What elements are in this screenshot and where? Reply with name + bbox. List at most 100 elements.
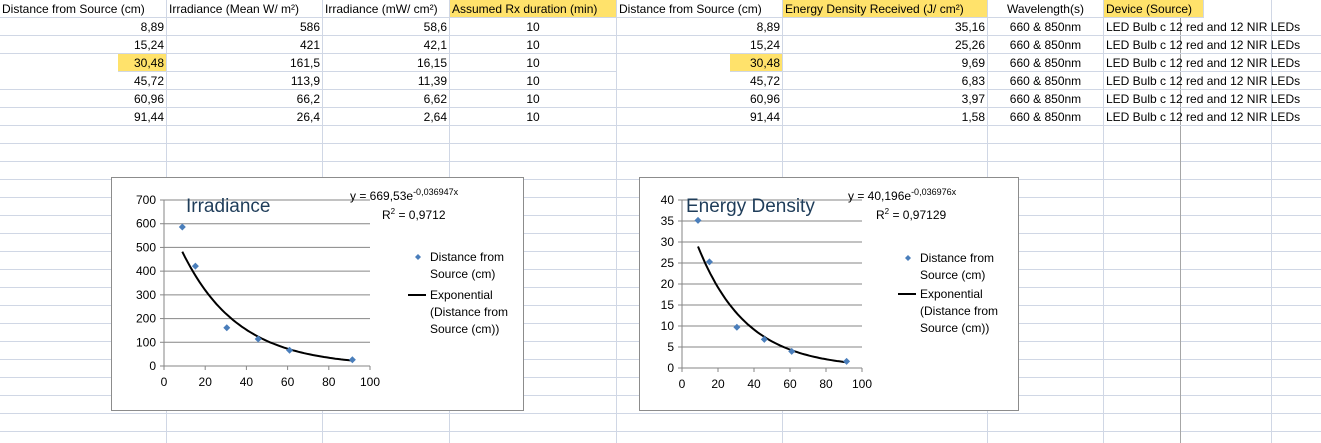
y-tick-label: 10 xyxy=(661,319,675,333)
cell-device[interactable]: LED Bulb c 12 red and 12 NIR LEDs xyxy=(1104,18,1321,36)
cell-device[interactable]: LED Bulb c 12 red and 12 NIR LEDs xyxy=(1104,108,1321,126)
cell-rx-duration[interactable]: 10 xyxy=(450,54,617,72)
legend-label: Source (cm) xyxy=(920,268,985,282)
legend-marker xyxy=(905,255,911,261)
y-tick-label: 0 xyxy=(149,359,156,373)
cell-energy-density[interactable]: 25,26 xyxy=(783,36,988,54)
data-point xyxy=(694,216,702,224)
data-point xyxy=(223,324,231,332)
cell-irradiance-mean[interactable]: 586 xyxy=(167,18,323,36)
y-tick-label: 15 xyxy=(661,298,675,312)
cell-irradiance-mean[interactable]: 161,5 xyxy=(167,54,323,72)
cell-wavelength[interactable]: 660 & 850nm xyxy=(988,90,1104,108)
cell-distance[interactable]: 30,48 xyxy=(118,54,167,72)
header-irradiance-mw[interactable]: Irradiance (mW/ cm²) xyxy=(323,0,450,18)
data-point xyxy=(254,335,262,343)
cell-energy-density[interactable]: 6,83 xyxy=(783,72,988,90)
x-tick-label: 80 xyxy=(322,375,336,389)
y-tick-label: 300 xyxy=(136,288,156,302)
cell-distance[interactable]: 60,96 xyxy=(0,90,167,108)
irradiance-chart-svg: 0 100 200 300 400 500 600 700 0 20 40 60 80 100 Irradi… xyxy=(136,187,508,389)
exponential-trendline xyxy=(697,246,847,364)
cell-irradiance-mean[interactable]: 421 xyxy=(167,36,323,54)
exponential-trendline xyxy=(181,251,353,362)
cell-wavelength[interactable]: 660 & 850nm xyxy=(988,36,1104,54)
header-irradiance-mean[interactable]: Irradiance (Mean W/ m²) xyxy=(167,0,323,18)
cell-distance[interactable]: 91,44 xyxy=(617,108,783,126)
cell-energy-density[interactable]: 9,69 xyxy=(783,54,988,72)
spreadsheet-grid: Distance from Source (cm) Irradiance (Me… xyxy=(0,0,1321,443)
x-tick-label: 40 xyxy=(747,377,761,391)
x-tick-label: 20 xyxy=(711,377,725,391)
cell-wavelength[interactable]: 660 & 850nm xyxy=(988,54,1104,72)
cell-distance[interactable]: 91,44 xyxy=(0,108,167,126)
cell-device[interactable]: LED Bulb c 12 red and 12 NIR LEDs xyxy=(1104,90,1321,108)
cell-irradiance-mw[interactable]: 6,62 xyxy=(323,90,450,108)
data-point xyxy=(705,258,713,266)
cell-wavelength[interactable]: 660 & 850nm xyxy=(988,18,1104,36)
cell-energy-density[interactable]: 3,97 xyxy=(783,90,988,108)
cell-energy-density[interactable]: 35,16 xyxy=(783,18,988,36)
header-distance-left[interactable]: Distance from Source (cm) xyxy=(0,0,167,18)
cell-irradiance-mw[interactable]: 11,39 xyxy=(323,72,450,90)
y-tick-label: 35 xyxy=(661,214,675,228)
cell-rx-duration[interactable]: 10 xyxy=(450,72,617,90)
r-squared: R2 = 0,97129 xyxy=(876,207,947,222)
cell-irradiance-mw[interactable]: 16,15 xyxy=(323,54,450,72)
header-device[interactable]: Device (Source) xyxy=(1104,0,1204,18)
cell-irradiance-mean[interactable]: 66,2 xyxy=(167,90,323,108)
grid-line xyxy=(0,413,1321,414)
y-tick-label: 30 xyxy=(661,235,675,249)
x-tick-label: 100 xyxy=(360,375,380,389)
cell-distance[interactable]: 60,96 xyxy=(617,90,783,108)
irradiance-chart[interactable]: 0 100 200 300 400 500 600 700 0 20 40 60 80 100 Irradi… xyxy=(111,177,524,411)
x-tick-label: 40 xyxy=(240,375,254,389)
grid-line xyxy=(0,431,1321,432)
cell-distance[interactable]: 15,24 xyxy=(617,36,783,54)
cell-wavelength[interactable]: 660 & 850nm xyxy=(988,108,1104,126)
x-tick-label: 60 xyxy=(783,377,797,391)
cell-distance[interactable]: 8,89 xyxy=(0,18,167,36)
cell-rx-duration[interactable]: 10 xyxy=(450,36,617,54)
chart-title: Energy Density xyxy=(686,196,815,217)
cell-rx-duration[interactable]: 10 xyxy=(450,90,617,108)
cell-device[interactable]: LED Bulb c 12 red and 12 NIR LEDs xyxy=(1104,36,1321,54)
cell-device[interactable]: LED Bulb c 12 red and 12 NIR LEDs xyxy=(1104,54,1321,72)
cell-rx-duration[interactable]: 10 xyxy=(450,108,617,126)
header-energy-density[interactable]: Energy Density Received (J/ cm²) xyxy=(783,0,988,18)
y-tick-label: 500 xyxy=(136,240,156,254)
cell-irradiance-mw[interactable]: 42,1 xyxy=(323,36,450,54)
cell-irradiance-mw[interactable]: 58,6 xyxy=(323,18,450,36)
cell-distance[interactable]: 30,48 xyxy=(730,54,783,72)
cell-irradiance-mean[interactable]: 26,4 xyxy=(167,108,323,126)
cell-wavelength[interactable]: 660 & 850nm xyxy=(988,72,1104,90)
legend-trend-label: (Distance from xyxy=(920,304,998,318)
trendline-equation: y = 40,196e-0,036976x xyxy=(848,187,957,203)
legend-trend-label: Exponential xyxy=(920,287,983,301)
legend-trend-label: Exponential xyxy=(430,288,493,302)
legend-label: Distance from xyxy=(430,250,504,264)
cell-distance[interactable]: 8,89 xyxy=(617,18,783,36)
x-tick-label: 100 xyxy=(852,377,872,391)
x-tick-label: 60 xyxy=(281,375,295,389)
cell-distance[interactable]: 45,72 xyxy=(0,72,167,90)
legend-trend-label: (Distance from xyxy=(430,305,508,319)
header-wavelengths[interactable]: Wavelength(s) xyxy=(988,0,1104,18)
legend-trend-label: Source (cm)) xyxy=(920,321,989,335)
cell-device[interactable]: LED Bulb c 12 red and 12 NIR LEDs xyxy=(1104,72,1321,90)
y-tick-label: 600 xyxy=(136,217,156,231)
cell-rx-duration[interactable]: 10 xyxy=(450,18,617,36)
header-distance-right[interactable]: Distance from Source (cm) xyxy=(617,0,783,18)
cell-distance[interactable]: 15,24 xyxy=(0,36,167,54)
x-tick-label: 80 xyxy=(819,377,833,391)
r-squared: R2 = 0,9712 xyxy=(382,207,446,222)
cell-energy-density[interactable]: 1,58 xyxy=(783,108,988,126)
cell-irradiance-mean[interactable]: 113,9 xyxy=(167,72,323,90)
x-tick-label: 20 xyxy=(199,375,213,389)
data-point xyxy=(843,357,851,365)
y-tick-label: 200 xyxy=(136,312,156,326)
cell-irradiance-mw[interactable]: 2,64 xyxy=(323,108,450,126)
header-rx-duration[interactable]: Assumed Rx duration (min) xyxy=(450,0,617,18)
energy-density-chart[interactable]: 0 5 10 15 20 25 30 35 40 0 20 40 60 80 100 Energy Densi… xyxy=(639,177,1019,411)
cell-distance[interactable]: 45,72 xyxy=(617,72,783,90)
